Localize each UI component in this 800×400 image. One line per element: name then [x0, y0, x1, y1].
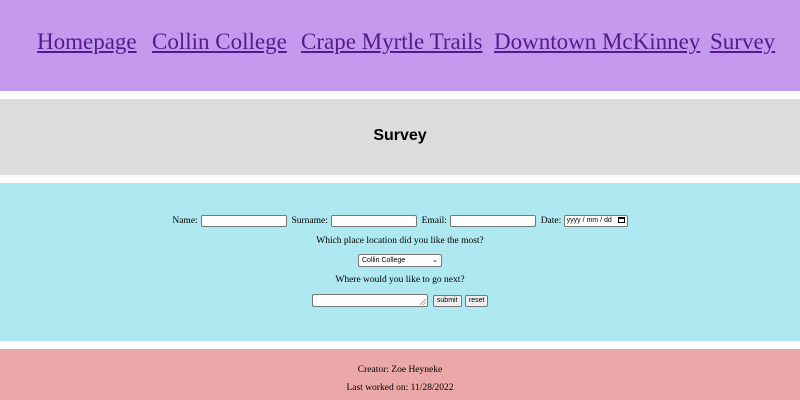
nav-link-downtown-mckinney[interactable]: Downtown McKinney: [494, 29, 700, 55]
surname-input[interactable]: [331, 215, 418, 227]
nav-link-survey[interactable]: Survey: [710, 29, 775, 55]
nav-link-crape-myrtle-trails[interactable]: Crape Myrtle Trails: [301, 29, 482, 55]
footer-last-worked: Last worked on: 11/28/2022: [346, 383, 454, 393]
name-label: Name:: [172, 216, 198, 226]
question-place: Which place location did you like the mo…: [316, 236, 484, 246]
date-placeholder: yyyy / mm / dd: [566, 217, 612, 224]
date-input[interactable]: yyyy / mm / dd: [563, 215, 628, 227]
nav-link-collin-college[interactable]: Collin College: [152, 29, 287, 55]
resize-grip-icon[interactable]: [419, 299, 426, 305]
date-label: Date:: [540, 216, 562, 226]
place-selected-value: Collin College: [362, 257, 406, 264]
next-destination-row: submit reset: [0, 294, 800, 307]
chevron-down-icon: ⌄: [432, 257, 438, 264]
question-next: Where would you like to go next?: [335, 275, 465, 285]
email-input[interactable]: [450, 215, 537, 227]
footer-creator: Creator: Zoe Heyneke: [357, 365, 443, 375]
next-destination-textarea[interactable]: [311, 294, 428, 307]
calendar-icon[interactable]: [617, 217, 625, 223]
name-input[interactable]: [201, 215, 288, 227]
place-select[interactable]: Collin College ⌄: [358, 254, 442, 267]
personal-info-row: Name: Surname: Email: Date: yyyy / mm / …: [0, 215, 800, 227]
email-label: Email:: [421, 216, 447, 226]
nav-bar: Homepage Collin College Crape Myrtle Tra…: [0, 0, 800, 91]
reset-button[interactable]: reset: [464, 294, 489, 307]
surname-label: Surname:: [291, 216, 328, 226]
page-title: Survey: [373, 127, 427, 144]
place-select-row: Collin College ⌄: [0, 254, 800, 267]
submit-button[interactable]: submit: [432, 294, 462, 307]
nav-link-homepage[interactable]: Homepage: [37, 29, 137, 55]
